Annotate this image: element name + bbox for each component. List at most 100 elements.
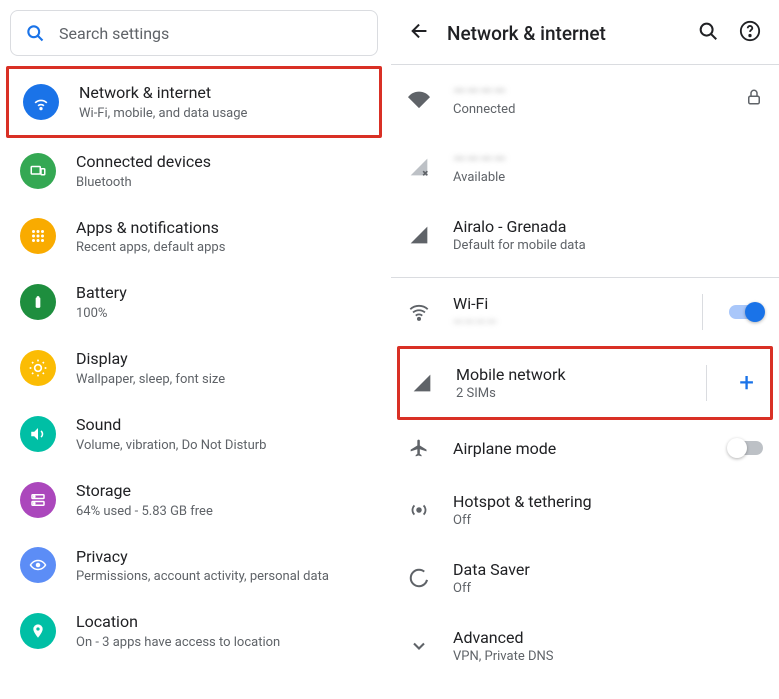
item-title: Battery — [76, 283, 372, 304]
search-placeholder: Search settings — [59, 24, 169, 43]
privacy-icon — [20, 547, 56, 583]
item-title: Storage — [76, 481, 372, 502]
search-icon — [697, 20, 719, 42]
item-sub: Volume, vibration, Do Not Disturb — [76, 438, 372, 453]
settings-item-location[interactable]: Location On - 3 apps have access to loca… — [0, 598, 388, 664]
item-sub: On - 3 apps have access to location — [76, 635, 372, 650]
item-title: Mobile network — [456, 365, 684, 384]
highlight-network: Network & internet Wi-Fi, mobile, and da… — [6, 66, 382, 138]
wifi-toggle[interactable] — [729, 305, 763, 319]
item-text: Data Saver Off — [453, 560, 763, 596]
item-text: Connected devices Bluetooth — [76, 152, 372, 190]
back-arrow-icon — [409, 20, 431, 42]
item-title: Wi-Fi — [453, 294, 680, 313]
search-icon — [25, 23, 45, 43]
item-sub: Recent apps, default apps — [76, 240, 372, 255]
item-text: Advanced VPN, Private DNS — [453, 628, 763, 664]
search-button[interactable] — [693, 16, 723, 50]
help-icon — [739, 20, 761, 42]
settings-item-storage[interactable]: Storage 64% used - 5.83 GB free — [0, 467, 388, 533]
network-status: Available — [453, 170, 763, 185]
advanced-row[interactable]: Advanced VPN, Private DNS — [391, 612, 779, 680]
network-name-blurred: ———— — [453, 149, 763, 168]
network-status: Default for mobile data — [453, 238, 763, 253]
item-text: Hotspot & tethering Off — [453, 492, 763, 528]
devices-icon — [20, 153, 56, 189]
hotspot-row[interactable]: Hotspot & tethering Off — [391, 476, 779, 544]
settings-item-connected-devices[interactable]: Connected devices Bluetooth — [0, 138, 388, 204]
network-row-airalo[interactable]: Airalo - Grenada Default for mobile data — [391, 201, 779, 269]
network-status: Connected — [453, 102, 723, 117]
airplane-mode-row[interactable]: Airplane mode — [391, 420, 779, 476]
airplane-mode-toggle[interactable] — [729, 441, 763, 455]
chevron-down-icon — [407, 634, 431, 658]
airplane-icon — [407, 436, 431, 460]
item-sub: 2 SIMs — [456, 386, 684, 401]
lock-icon — [745, 88, 763, 110]
item-sub-blurred: ———— — [453, 315, 680, 330]
divider — [706, 365, 707, 401]
item-title: Privacy — [76, 547, 372, 568]
item-sub: Bluetooth — [76, 175, 372, 190]
item-text: Airplane mode — [453, 439, 707, 458]
item-sub: Off — [453, 513, 763, 528]
item-title: Location — [76, 612, 372, 633]
wifi-icon — [407, 87, 431, 111]
back-button[interactable] — [405, 16, 435, 50]
settings-main-panel: Search settings Network & internet Wi-Fi… — [0, 0, 391, 699]
item-text: Network & internet Wi-Fi, mobile, and da… — [79, 83, 363, 121]
item-text: Sound Volume, vibration, Do Not Disturb — [76, 415, 372, 453]
item-text: ———— Available — [453, 149, 763, 185]
settings-item-sound[interactable]: Sound Volume, vibration, Do Not Disturb — [0, 401, 388, 467]
settings-item-display[interactable]: Display Wallpaper, sleep, font size — [0, 335, 388, 401]
item-text: ———— Connected — [453, 81, 723, 117]
signal-off-icon — [407, 155, 431, 179]
settings-item-apps[interactable]: Apps & notifications Recent apps, defaul… — [0, 204, 388, 270]
network-internet-panel: Network & internet ———— Connected ———— A… — [391, 0, 779, 699]
network-row-signal-available[interactable]: ———— Available — [391, 133, 779, 201]
data-saver-row[interactable]: Data Saver Off — [391, 544, 779, 612]
settings-item-battery[interactable]: Battery 100% — [0, 269, 388, 335]
item-title: Data Saver — [453, 560, 763, 579]
settings-item-network[interactable]: Network & internet Wi-Fi, mobile, and da… — [9, 69, 379, 135]
item-text: Battery 100% — [76, 283, 372, 321]
item-title: Apps & notifications — [76, 218, 372, 239]
network-name: Airalo - Grenada — [453, 217, 763, 236]
item-sub: Wallpaper, sleep, font size — [76, 372, 372, 387]
sound-icon — [20, 416, 56, 452]
help-button[interactable] — [735, 16, 765, 50]
item-title: Airplane mode — [453, 439, 707, 458]
location-icon — [20, 613, 56, 649]
item-text: Apps & notifications Recent apps, defaul… — [76, 218, 372, 256]
item-text: Mobile network 2 SIMs — [456, 365, 684, 401]
wifi-icon — [407, 300, 431, 324]
item-sub: Permissions, account activity, personal … — [76, 569, 372, 584]
item-sub: VPN, Private DNS — [453, 649, 763, 664]
highlight-mobile-network: Mobile network 2 SIMs + — [397, 346, 773, 420]
battery-icon — [20, 284, 56, 320]
divider — [702, 294, 703, 330]
item-title: Network & internet — [79, 83, 363, 104]
mobile-network-row[interactable]: Mobile network 2 SIMs + — [400, 349, 770, 417]
network-name-blurred: ———— — [453, 81, 723, 100]
display-icon — [20, 350, 56, 386]
item-sub: Wi-Fi, mobile, and data usage — [79, 106, 363, 121]
item-sub: 100% — [76, 306, 372, 321]
item-title: Display — [76, 349, 372, 370]
header-bar: Network & internet — [391, 0, 779, 64]
search-settings[interactable]: Search settings — [10, 10, 378, 56]
settings-item-privacy[interactable]: Privacy Permissions, account activity, p… — [0, 533, 388, 599]
item-text: Storage 64% used - 5.83 GB free — [76, 481, 372, 519]
item-title: Connected devices — [76, 152, 372, 173]
item-title: Hotspot & tethering — [453, 492, 763, 511]
item-sub: 64% used - 5.83 GB free — [76, 504, 372, 519]
add-sim-button[interactable]: + — [733, 368, 760, 398]
wifi-row[interactable]: Wi-Fi ———— — [391, 278, 779, 346]
wifi-icon — [23, 84, 59, 120]
item-text: Display Wallpaper, sleep, font size — [76, 349, 372, 387]
signal-icon — [410, 371, 434, 395]
signal-icon — [407, 223, 431, 247]
network-row-wifi-connected[interactable]: ———— Connected — [391, 65, 779, 133]
storage-icon — [20, 482, 56, 518]
item-title: Sound — [76, 415, 372, 436]
